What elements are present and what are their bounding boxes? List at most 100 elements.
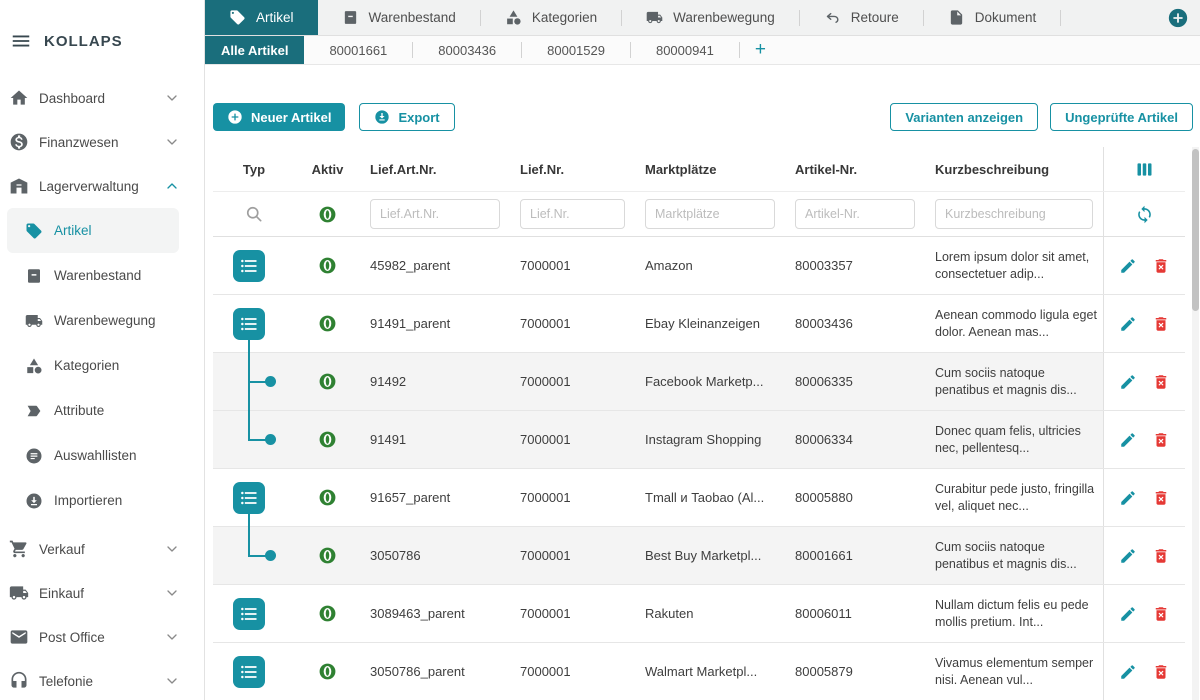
plus-circle-icon (227, 109, 243, 125)
edit-icon[interactable] (1119, 257, 1137, 275)
tag-icon (229, 9, 246, 26)
sidebar-item-telefonie[interactable]: Telefonie (0, 659, 204, 700)
edit-icon[interactable] (1119, 489, 1137, 507)
delete-icon[interactable] (1152, 373, 1170, 391)
article-tab-80003436[interactable]: 80003436 (413, 36, 521, 64)
delete-icon[interactable] (1152, 605, 1170, 623)
article-tab-80001661[interactable]: 80001661 (304, 36, 412, 64)
filter-input-lief_art_nr[interactable] (370, 199, 500, 229)
expand-article-button[interactable] (233, 482, 265, 514)
brand-title: KOLLAPS (44, 33, 123, 50)
edit-icon[interactable] (1119, 373, 1137, 391)
article-tab-80001529[interactable]: 80001529 (522, 36, 630, 64)
filter-input-lief_nr[interactable] (520, 199, 625, 229)
sidebar-item-label: Warenbestand (54, 268, 169, 283)
headset-icon (9, 671, 29, 691)
table-row: 91491_parent7000001Ebay Kleinanzeigen800… (213, 295, 1185, 353)
edit-icon[interactable] (1119, 315, 1137, 333)
filter-typ (213, 192, 295, 236)
money-icon (9, 132, 29, 152)
cell-lief_art_nr: 3089463_parent (360, 606, 510, 621)
expand-article-button[interactable] (233, 308, 265, 340)
sidebar-item-einkauf[interactable]: Einkauf (0, 571, 204, 615)
tree-dot (265, 434, 276, 445)
table-scrollbar-thumb[interactable] (1192, 149, 1199, 311)
edit-icon[interactable] (1119, 431, 1137, 449)
table-header-row: TypAktivLief.Art.Nr.Lief.Nr.MarktplätzeA… (213, 147, 1185, 192)
delete-icon[interactable] (1152, 663, 1170, 681)
edit-icon[interactable] (1119, 663, 1137, 681)
cell-artikel_nr: 80006011 (785, 606, 925, 621)
edit-icon[interactable] (1119, 547, 1137, 565)
sidebar-item-lagerverwaltung[interactable]: Lagerverwaltung (0, 164, 204, 208)
hamburger-icon[interactable] (10, 30, 32, 52)
list-icon (239, 662, 259, 682)
tab-retoure[interactable]: Retoure (800, 0, 923, 35)
expand-article-button[interactable] (233, 250, 265, 282)
expand-article-button[interactable] (233, 656, 265, 688)
download-circle-icon (374, 109, 390, 125)
delete-icon[interactable] (1152, 257, 1170, 275)
tab-kategorien[interactable]: Kategorien (481, 0, 621, 35)
article-tab-label: 80003436 (438, 43, 496, 58)
sidebar-item-post-office[interactable]: Post Office (0, 615, 204, 659)
tab-artikel[interactable]: Artikel (205, 0, 318, 35)
show-variants-button[interactable]: Varianten anzeigen (890, 103, 1038, 131)
columns-icon[interactable] (1134, 159, 1155, 180)
export-button[interactable]: Export (359, 103, 454, 131)
sidebar-item-finanzwesen[interactable]: Finanzwesen (0, 120, 204, 164)
chevron-down-icon (164, 629, 180, 645)
sidebar-item-artikel[interactable]: Artikel (7, 208, 179, 253)
chevron-down-icon (164, 541, 180, 557)
sidebar-item-label: Dashboard (39, 91, 164, 106)
article-tab-alle-artikel[interactable]: Alle Artikel (205, 36, 304, 64)
cell-typ (213, 527, 295, 584)
sidebar: KOLLAPS Dashboard FinanzwesenLagerverwalt… (0, 0, 205, 700)
unchecked-articles-button[interactable]: Ungeprüfte Artikel (1050, 103, 1193, 131)
tab-label: Retoure (851, 10, 899, 25)
filter-input-artikel_nr[interactable] (795, 199, 915, 229)
sidebar-item-auswahllisten[interactable]: Auswahllisten (7, 433, 179, 478)
sidebar-item-kategorien[interactable]: Kategorien (7, 343, 179, 388)
refresh-icon[interactable] (1135, 205, 1154, 224)
expand-article-button[interactable] (233, 598, 265, 630)
active-icon[interactable] (318, 205, 337, 224)
app: KOLLAPS Dashboard FinanzwesenLagerverwalt… (0, 0, 1200, 700)
new-article-button[interactable]: Neuer Artikel (213, 103, 345, 131)
main: ArtikelWarenbestandKategorienWarenbewegu… (205, 0, 1200, 700)
delete-icon[interactable] (1152, 489, 1170, 507)
chevron-down-icon (164, 90, 180, 106)
add-article-tab-button[interactable]: + (740, 36, 781, 64)
export-label: Export (398, 110, 439, 125)
show-variants-label: Varianten anzeigen (905, 110, 1023, 125)
tab-dokument[interactable]: Dokument (924, 0, 1061, 35)
return-icon (824, 9, 841, 26)
sidebar-item-verkauf[interactable]: Verkauf (0, 527, 204, 571)
filter-cell-kurzbeschreibung (925, 199, 1103, 229)
cell-actions (1103, 585, 1185, 642)
cell-artikel_nr: 80006334 (785, 432, 925, 447)
filter-input-kurzbeschreibung[interactable] (935, 199, 1093, 229)
tab-warenbestand[interactable]: Warenbestand (318, 0, 480, 35)
edit-icon[interactable] (1119, 605, 1137, 623)
sidebar-item-warenbewegung[interactable]: Warenbewegung (7, 298, 179, 343)
cell-lief_nr: 7000001 (510, 374, 635, 389)
sidebar-item-importieren[interactable]: Importieren (7, 478, 179, 523)
active-icon (318, 256, 337, 275)
sidebar-item-label: Kategorien (54, 358, 169, 373)
table-filter-row (213, 192, 1185, 237)
cell-lief_art_nr: 91491_parent (360, 316, 510, 331)
add-module-tab-button[interactable] (1167, 7, 1189, 29)
sidebar-item-dashboard[interactable]: Dashboard (0, 76, 204, 120)
delete-icon[interactable] (1152, 315, 1170, 333)
tab-warenbewegung[interactable]: Warenbewegung (622, 0, 799, 35)
sidebar-item-attribute[interactable]: Attribute (7, 388, 179, 433)
delete-icon[interactable] (1152, 431, 1170, 449)
cell-actions (1103, 353, 1185, 410)
filter-input-marktplaetze[interactable] (645, 199, 775, 229)
article-tab-80000941[interactable]: 80000941 (631, 36, 739, 64)
delete-icon[interactable] (1152, 547, 1170, 565)
column-header-actions (1103, 147, 1185, 191)
cell-lief_art_nr: 3050786_parent (360, 664, 510, 679)
sidebar-item-warenbestand[interactable]: Warenbestand (7, 253, 179, 298)
